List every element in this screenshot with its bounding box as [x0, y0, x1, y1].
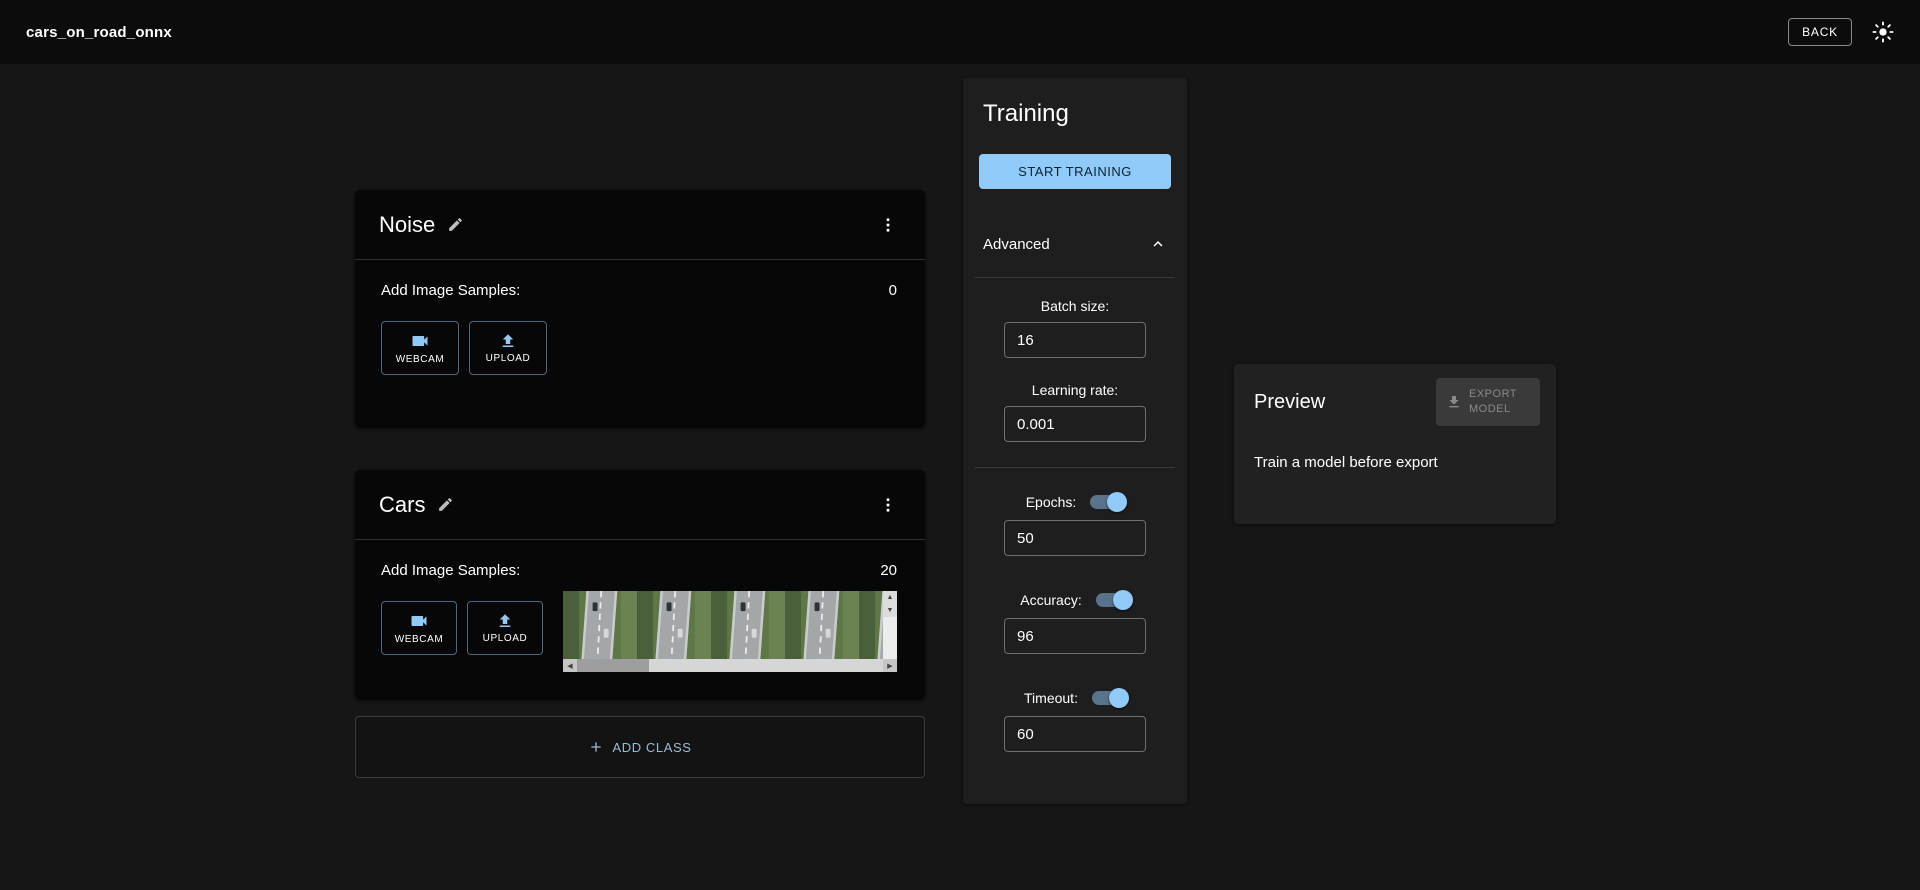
upload-button[interactable]: UPLOAD	[469, 321, 547, 375]
accuracy-input[interactable]	[1004, 618, 1146, 654]
sample-thumbnail	[563, 591, 637, 659]
epochs-row: Epochs:	[963, 490, 1187, 514]
download-icon	[1446, 394, 1462, 410]
webcam-button-label: WEBCAM	[396, 354, 445, 365]
samples-label: Add Image Samples:	[381, 282, 520, 299]
timeout-toggle[interactable]	[1092, 691, 1126, 705]
samples-row: Add Image Samples: 0	[381, 282, 897, 299]
timeout-label: Timeout:	[1024, 690, 1078, 706]
advanced-section-toggle[interactable]: Advanced	[963, 235, 1187, 253]
sample-thumbnail	[637, 591, 711, 659]
vertical-scrollbar[interactable]: ▲ ▼	[883, 591, 897, 659]
samples-row: Add Image Samples: 20	[381, 562, 897, 579]
preview-title: Preview	[1254, 391, 1325, 414]
videocam-icon	[409, 611, 429, 631]
preview-panel: Preview EXPORT MODEL Train a model befor…	[1234, 364, 1556, 524]
project-title: cars_on_road_onnx	[26, 24, 172, 41]
class-card-cars: Cars Add Image Samples: 20 WEBCAM	[355, 470, 925, 700]
export-label-line1: EXPORT	[1469, 388, 1517, 400]
start-training-button[interactable]: START TRAINING	[979, 154, 1171, 189]
add-class-button[interactable]: ADD CLASS	[355, 716, 925, 778]
class-card-noise: Noise Add Image Samples: 0 WEBCAM	[355, 190, 925, 428]
export-label-line2: MODEL	[1469, 403, 1511, 415]
training-panel: Training START TRAINING Advanced Batch s…	[963, 78, 1187, 804]
timeout-input[interactable]	[1004, 716, 1146, 752]
upload-button-label: UPLOAD	[486, 353, 531, 364]
accuracy-toggle[interactable]	[1096, 593, 1130, 607]
upload-button-label: UPLOAD	[483, 633, 528, 644]
scrollbar-thumb[interactable]	[577, 659, 649, 672]
horizontal-scrollbar[interactable]: ◀ ▶	[563, 659, 897, 672]
epochs-input[interactable]	[1004, 520, 1146, 556]
class-name: Cars	[379, 492, 425, 518]
webcam-button-label: WEBCAM	[395, 634, 444, 645]
videocam-icon	[410, 331, 430, 351]
divider	[975, 467, 1175, 468]
samples-count: 0	[889, 282, 897, 299]
app: cars_on_road_onnx BACK Noise	[0, 0, 1920, 890]
scroll-down-arrow-icon[interactable]: ▼	[883, 604, 897, 617]
class-card-header: Noise	[355, 190, 925, 260]
top-bar: cars_on_road_onnx BACK	[0, 0, 1920, 64]
learning-rate-label: Learning rate:	[963, 382, 1187, 398]
epochs-toggle[interactable]	[1090, 495, 1124, 509]
upload-button[interactable]: UPLOAD	[467, 601, 543, 655]
back-button[interactable]: BACK	[1788, 18, 1852, 46]
chevron-up-icon	[1149, 235, 1167, 253]
batch-size-input[interactable]	[1004, 322, 1146, 358]
edit-icon[interactable]	[447, 216, 464, 233]
divider	[975, 277, 1175, 278]
sample-thumbnail	[859, 591, 883, 659]
accuracy-label: Accuracy:	[1020, 592, 1081, 608]
scroll-up-arrow-icon[interactable]: ▲	[883, 591, 897, 604]
sample-strip: ▲ ▼ ◀ ▶	[563, 591, 897, 672]
upload-icon	[499, 332, 517, 350]
scroll-right-arrow-icon[interactable]: ▶	[883, 659, 897, 672]
scroll-left-arrow-icon[interactable]: ◀	[563, 659, 577, 672]
webcam-button[interactable]: WEBCAM	[381, 321, 459, 375]
kebab-menu-icon[interactable]	[875, 212, 901, 238]
kebab-menu-icon[interactable]	[875, 492, 901, 518]
batch-size-label: Batch size:	[963, 298, 1187, 314]
brightness-icon[interactable]	[1872, 21, 1894, 43]
preview-hint: Train a model before export	[1234, 426, 1556, 471]
webcam-button[interactable]: WEBCAM	[381, 601, 457, 655]
accuracy-row: Accuracy:	[963, 588, 1187, 612]
samples-count: 20	[880, 562, 897, 579]
learning-rate-input[interactable]	[1004, 406, 1146, 442]
upload-icon	[496, 612, 514, 630]
advanced-label: Advanced	[983, 236, 1050, 253]
epochs-label: Epochs:	[1026, 494, 1077, 510]
edit-icon[interactable]	[437, 496, 454, 513]
class-card-header: Cars	[355, 470, 925, 540]
class-name: Noise	[379, 212, 435, 238]
timeout-row: Timeout:	[963, 686, 1187, 710]
training-title: Training	[963, 78, 1187, 128]
sample-thumbnail	[711, 591, 785, 659]
export-model-button[interactable]: EXPORT MODEL	[1436, 378, 1540, 426]
sample-thumbnail	[785, 591, 859, 659]
samples-label: Add Image Samples:	[381, 562, 520, 579]
add-icon	[588, 739, 604, 755]
sample-thumbnails	[563, 591, 883, 659]
add-class-label: ADD CLASS	[612, 740, 691, 755]
